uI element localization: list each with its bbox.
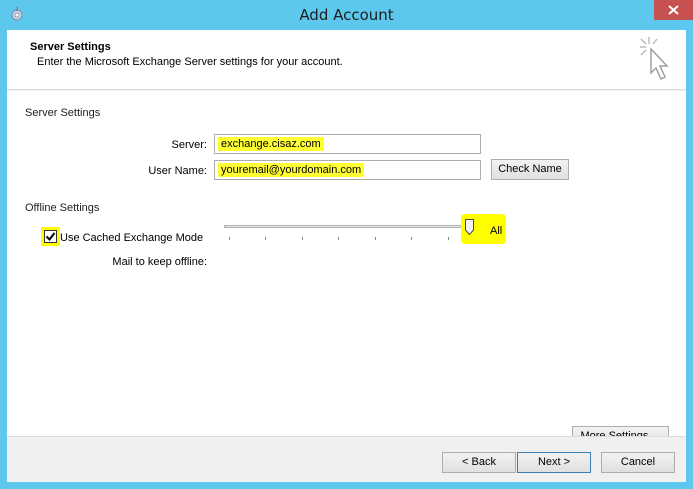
- server-label: Server:: [171, 139, 207, 151]
- slider-tick: [338, 237, 339, 240]
- cached-mode-label[interactable]: Use Cached Exchange Mode: [60, 232, 203, 244]
- header-subtitle: Enter the Microsoft Exchange Server sett…: [37, 56, 343, 68]
- close-icon: [668, 5, 679, 15]
- wizard-footer: < Back Next > Cancel: [7, 436, 686, 482]
- dialog-client-area: Server Settings Enter the Microsoft Exch…: [7, 30, 686, 482]
- server-settings-label: Server Settings: [25, 107, 101, 119]
- username-value: youremail@yourdomain.com: [218, 163, 365, 177]
- checkmark-icon: [45, 232, 56, 242]
- next-button[interactable]: Next >: [517, 452, 591, 473]
- settings-body: Server Settings Server: exchange.cisaz.c…: [7, 91, 686, 447]
- check-name-button[interactable]: Check Name: [491, 159, 569, 180]
- wizard-header: Server Settings Enter the Microsoft Exch…: [7, 30, 686, 90]
- cached-mode-checkbox[interactable]: [44, 230, 57, 243]
- offline-settings-label: Offline Settings: [25, 202, 100, 214]
- offline-slider-track[interactable]: [224, 225, 469, 228]
- slider-tick: [265, 237, 266, 240]
- slider-tick: [448, 237, 449, 240]
- slider-value-label: All: [490, 225, 503, 237]
- slider-tick: [229, 237, 230, 240]
- server-value: exchange.cisaz.com: [218, 137, 324, 151]
- back-button[interactable]: < Back: [442, 452, 516, 473]
- window-title: Add Account: [299, 6, 394, 24]
- close-button[interactable]: [654, 0, 693, 20]
- offline-slider-thumb[interactable]: [465, 219, 474, 236]
- sparkle-cursor-icon: [637, 35, 673, 88]
- slider-tick: [302, 237, 303, 240]
- slider-tick: [375, 237, 376, 240]
- username-input[interactable]: youremail@yourdomain.com: [214, 160, 481, 180]
- mail-offline-label: Mail to keep offline:: [112, 256, 207, 268]
- header-title: Server Settings: [30, 41, 111, 53]
- cancel-button[interactable]: Cancel: [601, 452, 675, 473]
- slider-tick: [411, 237, 412, 240]
- username-label: User Name:: [148, 165, 207, 177]
- server-input[interactable]: exchange.cisaz.com: [214, 134, 481, 154]
- title-bar: Add Account: [0, 0, 693, 30]
